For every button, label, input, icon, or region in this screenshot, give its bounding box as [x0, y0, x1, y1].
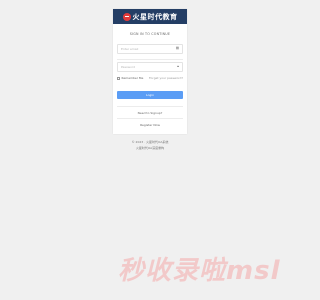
sign-in-title: SIGN IN TO CONTINUE	[129, 32, 171, 36]
login-button[interactable]: Login	[117, 91, 183, 99]
section-divider	[117, 106, 183, 107]
footer-copyright: © 2023 · 火星时代OA系统	[131, 140, 169, 144]
watermark-text: 秒收录啦msl	[118, 256, 281, 286]
forgot-password-link[interactable]: Forget your password?	[149, 76, 183, 80]
remember-checkbox[interactable]	[117, 76, 120, 80]
field-divider	[117, 59, 183, 60]
remember-row: Remember Me Forget your password?	[117, 75, 183, 81]
section-divider-2	[117, 118, 183, 119]
login-card: 火星时代教育 SIGN IN TO CONTINUE ▦ 🔒︎ Remember…	[113, 9, 187, 134]
lock-icon: 🔒︎	[177, 64, 179, 69]
register-now-link[interactable]: Register Now	[113, 123, 187, 127]
signup-question: Need to Signup?	[137, 111, 163, 115]
password-input[interactable]	[121, 65, 173, 69]
password-field[interactable]: 🔒︎	[117, 62, 183, 72]
brand-logo-icon	[122, 12, 131, 21]
username-input[interactable]	[121, 47, 173, 51]
user-card-icon: ▦	[175, 46, 179, 51]
remember-label[interactable]: Remember Me	[122, 76, 144, 80]
footer-subtitle: 火星时代OA深度重构	[135, 146, 165, 150]
brand-name: 火星时代教育	[132, 11, 178, 21]
brand-header: 火星时代教育	[113, 9, 187, 24]
username-field[interactable]: ▦	[117, 44, 183, 54]
